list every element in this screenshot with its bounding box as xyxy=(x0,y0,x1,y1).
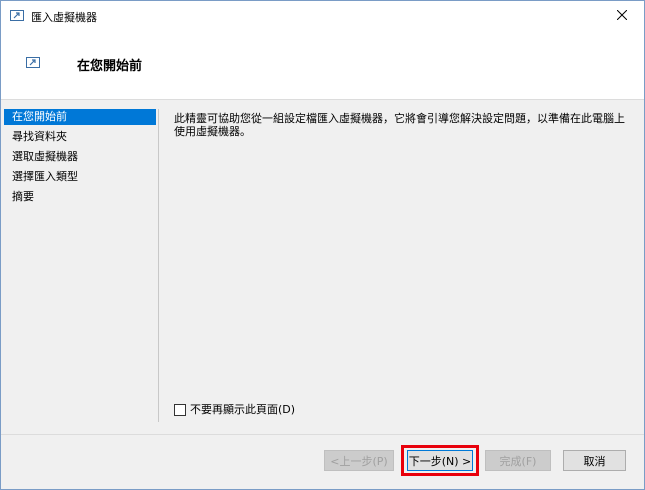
cancel-button[interactable]: 取消 xyxy=(563,450,626,471)
close-icon xyxy=(616,9,628,23)
import-vm-icon xyxy=(10,10,24,21)
nav-item-before-you-begin[interactable]: 在您開始前 xyxy=(4,109,156,125)
wizard-nav: 在您開始前 尋找資料夾 選取虛擬機器 選擇匯入類型 摘要 xyxy=(1,109,157,429)
wizard-description: 此精靈可協助您從一組設定檔匯入虛擬機器，它將會引導您解決設定問題，以準備在此電腦… xyxy=(174,112,625,138)
title-bar: 匯入虛擬機器 xyxy=(1,1,644,31)
dont-show-again-checkbox[interactable] xyxy=(174,404,186,416)
nav-divider xyxy=(158,109,159,422)
import-vm-header-icon xyxy=(26,57,40,68)
finish-button[interactable]: 完成(F) xyxy=(485,450,551,471)
header-divider xyxy=(1,99,644,100)
footer-divider xyxy=(1,434,644,435)
page-title: 在您開始前 xyxy=(77,59,143,74)
dont-show-again-label[interactable]: 不要再顯示此頁面(D) xyxy=(190,404,295,416)
nav-item-import-type[interactable]: 選擇匯入類型 xyxy=(4,169,156,185)
next-button[interactable]: 下一步(N) > xyxy=(407,450,473,471)
import-vm-wizard-window: 匯入虛擬機器 在您開始前 在您開始前 尋找資料夾 選取虛擬機器 選擇匯入類型 摘… xyxy=(0,0,645,490)
close-button[interactable] xyxy=(600,1,644,31)
back-button[interactable]: <上一步(P) xyxy=(324,450,394,471)
wizard-header: 在您開始前 xyxy=(1,31,644,99)
nav-item-locate-folder[interactable]: 尋找資料夾 xyxy=(4,129,156,145)
window-title: 匯入虛擬機器 xyxy=(31,11,97,24)
nav-item-summary[interactable]: 摘要 xyxy=(4,189,156,205)
nav-item-select-vm[interactable]: 選取虛擬機器 xyxy=(4,149,156,165)
